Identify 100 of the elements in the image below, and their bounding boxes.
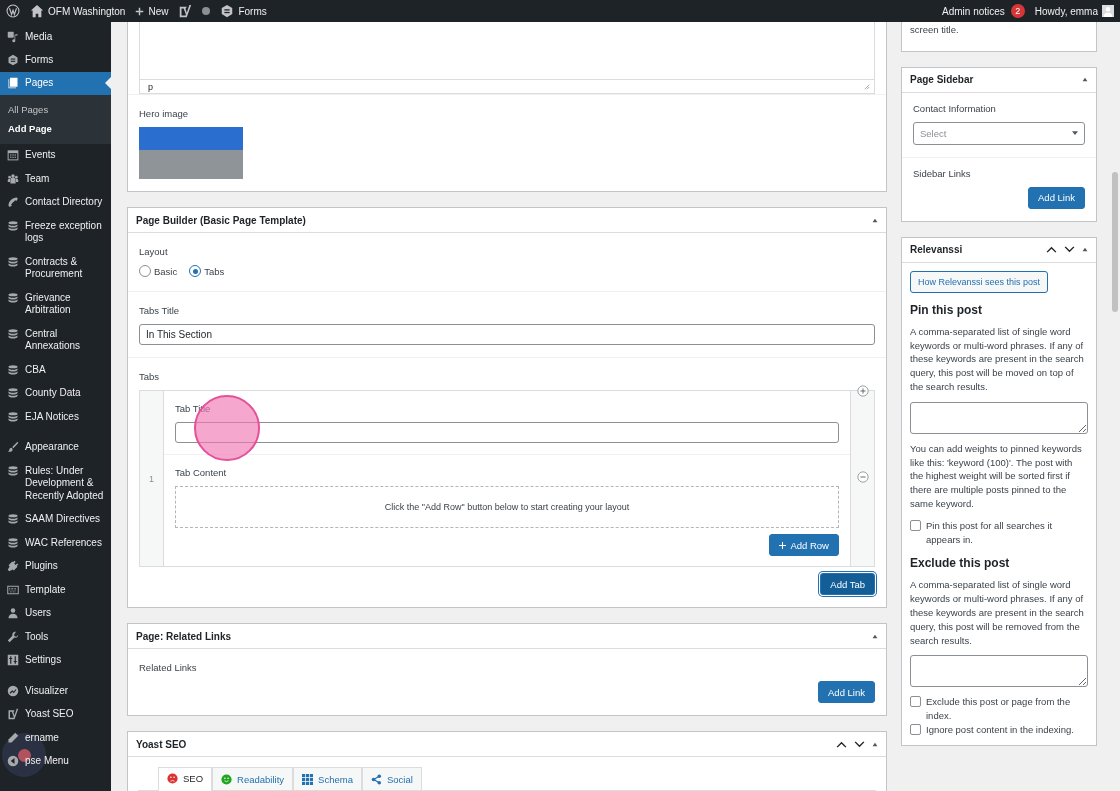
yoast-icon: [7, 708, 19, 720]
panel-title: Yoast SEO: [136, 738, 187, 750]
move-up-icon[interactable]: [1046, 246, 1057, 254]
menu-item[interactable]: Rules: Under Development & Recently Adopted: [0, 459, 111, 508]
tab-title-field[interactable]: [175, 422, 839, 443]
pencil-icon: [7, 731, 19, 744]
move-up-icon[interactable]: [836, 740, 847, 748]
avatar-icon: [1102, 5, 1114, 17]
menu-item[interactable]: CBA: [0, 358, 111, 382]
exclude-keywords-field[interactable]: [910, 655, 1088, 688]
add-icon[interactable]: [856, 385, 869, 397]
radio-button[interactable]: [139, 265, 151, 277]
menu-item[interactable]: Contracts & Procurement: [0, 250, 111, 286]
resize-handle-icon[interactable]: [864, 83, 870, 90]
help-text: screen title.: [910, 23, 960, 37]
collapse-toggle-icon[interactable]: [872, 741, 878, 747]
database-icon: [7, 513, 19, 525]
radio-option[interactable]: Basic: [139, 265, 178, 277]
account-menu[interactable]: Howdy, emma: [1034, 5, 1114, 17]
add-link-button[interactable]: Add Link: [1028, 186, 1085, 209]
checkbox[interactable]: [910, 723, 921, 735]
yoast-tab[interactable]: Schema: [293, 767, 362, 790]
collapse-toggle-icon[interactable]: [872, 217, 878, 223]
share-icon: [370, 773, 382, 785]
menu-item[interactable]: Central Annexations: [0, 322, 111, 358]
move-down-icon[interactable]: [1064, 246, 1075, 254]
wrench-icon: [7, 630, 19, 643]
pages-icon: [7, 77, 19, 89]
collapse-toggle-icon[interactable]: [1082, 77, 1088, 83]
menu-item[interactable]: Appearance: [0, 435, 111, 459]
form-icon: [220, 4, 235, 18]
menu-item[interactable]: Team: [0, 167, 111, 191]
menu-item[interactable]: Settings: [0, 648, 111, 672]
menu-item[interactable]: SAAM Directives: [0, 507, 111, 531]
pin-keywords-field[interactable]: [910, 401, 1088, 434]
menu-item[interactable]: pse Menu: [0, 749, 111, 773]
help-text: A comma-separated list of single word keywords or multi-word phrases. If any of these keywords are present in the search query, this post will be moved on top of the search results.: [910, 324, 1085, 394]
site-link[interactable]: OFM Washington: [30, 4, 126, 18]
menu-item[interactable]: Forms: [0, 48, 111, 72]
forms-link[interactable]: Forms: [220, 4, 267, 18]
submenu-item[interactable]: All Pages: [0, 99, 111, 119]
menu-item[interactable]: Pages: [0, 72, 111, 95]
menu-item[interactable]: Contact Directory: [0, 190, 111, 214]
yoast-tab[interactable]: Readability: [212, 767, 294, 790]
collapse-toggle-icon[interactable]: [872, 633, 878, 639]
element-path: p: [148, 81, 153, 92]
add-row-button[interactable]: Add Row: [769, 534, 839, 556]
checkbox-label: Pin this post for all searches it appears in.: [926, 518, 1054, 547]
checkbox-option[interactable]: Ignore post content in the indexing.: [910, 722, 1088, 737]
menu-item[interactable]: EJA Notices: [0, 405, 111, 429]
yoast-tab[interactable]: SEO: [158, 767, 213, 791]
form-icon: [7, 54, 19, 66]
preview-button[interactable]: How Relevanssi sees this post: [910, 270, 1049, 293]
submenu-item[interactable]: Add Page: [0, 118, 111, 138]
menu-item[interactable]: Events: [0, 143, 111, 167]
menu-item[interactable]: Tools: [0, 625, 111, 649]
menu-item[interactable]: WAC References: [0, 531, 111, 555]
user-icon: [7, 607, 19, 619]
radio-label: Basic: [154, 265, 178, 277]
field-label: Tab Content: [175, 467, 228, 478]
database-icon: [7, 464, 19, 477]
radio-option[interactable]: Tabs: [189, 265, 225, 277]
contact-select[interactable]: Select: [913, 121, 1085, 145]
panel-title: Page Sidebar: [910, 74, 974, 86]
plus-icon: [135, 6, 145, 16]
menu-item[interactable]: Visualizer: [0, 679, 111, 703]
menu-item[interactable]: ername: [0, 726, 111, 750]
wordpress-logo[interactable]: [6, 4, 20, 18]
home-icon: [30, 4, 44, 18]
radio-button[interactable]: [189, 265, 202, 277]
calendar-icon: [7, 149, 19, 161]
checkbox[interactable]: [910, 519, 921, 531]
move-down-icon[interactable]: [854, 740, 865, 748]
menu-item[interactable]: Plugins: [0, 554, 111, 578]
admin-notices-link[interactable]: Admin notices 2: [942, 4, 1025, 18]
section-heading: Pin this post: [910, 302, 983, 317]
add-tab-button[interactable]: Add Tab: [820, 573, 875, 595]
forms-label: Forms: [238, 5, 267, 17]
menu-item[interactable]: Grievance Arbitration: [0, 286, 111, 322]
dropdown-arrow-icon: [1072, 131, 1078, 136]
media-icon: [7, 30, 19, 43]
chart-icon: [7, 684, 19, 697]
menu-item[interactable]: Template: [0, 578, 111, 602]
menu-item[interactable]: Yoast SEO: [0, 702, 111, 726]
tabs-title-field[interactable]: In This Section: [139, 324, 875, 345]
collapse-toggle-icon[interactable]: [1082, 247, 1088, 253]
section-heading: Exclude this post: [910, 556, 1011, 571]
menu-item[interactable]: Media: [0, 25, 111, 49]
menu-item[interactable]: County Data: [0, 381, 111, 405]
yoast-icon[interactable]: [178, 4, 193, 18]
menu-item[interactable]: Freeze exception logs: [0, 214, 111, 250]
database-icon: [7, 387, 19, 399]
checkbox-option[interactable]: Pin this post for all searches it appears in.: [910, 518, 1088, 547]
yoast-tab[interactable]: Social: [361, 767, 422, 790]
checkbox-option[interactable]: Exclude this post or page from the index.: [910, 695, 1088, 723]
collapse-icon: [7, 755, 19, 767]
new-link[interactable]: New: [135, 5, 169, 17]
menu-item[interactable]: Users: [0, 601, 111, 625]
checkbox[interactable]: [910, 696, 921, 708]
add-link-button[interactable]: Add Link: [818, 681, 875, 703]
